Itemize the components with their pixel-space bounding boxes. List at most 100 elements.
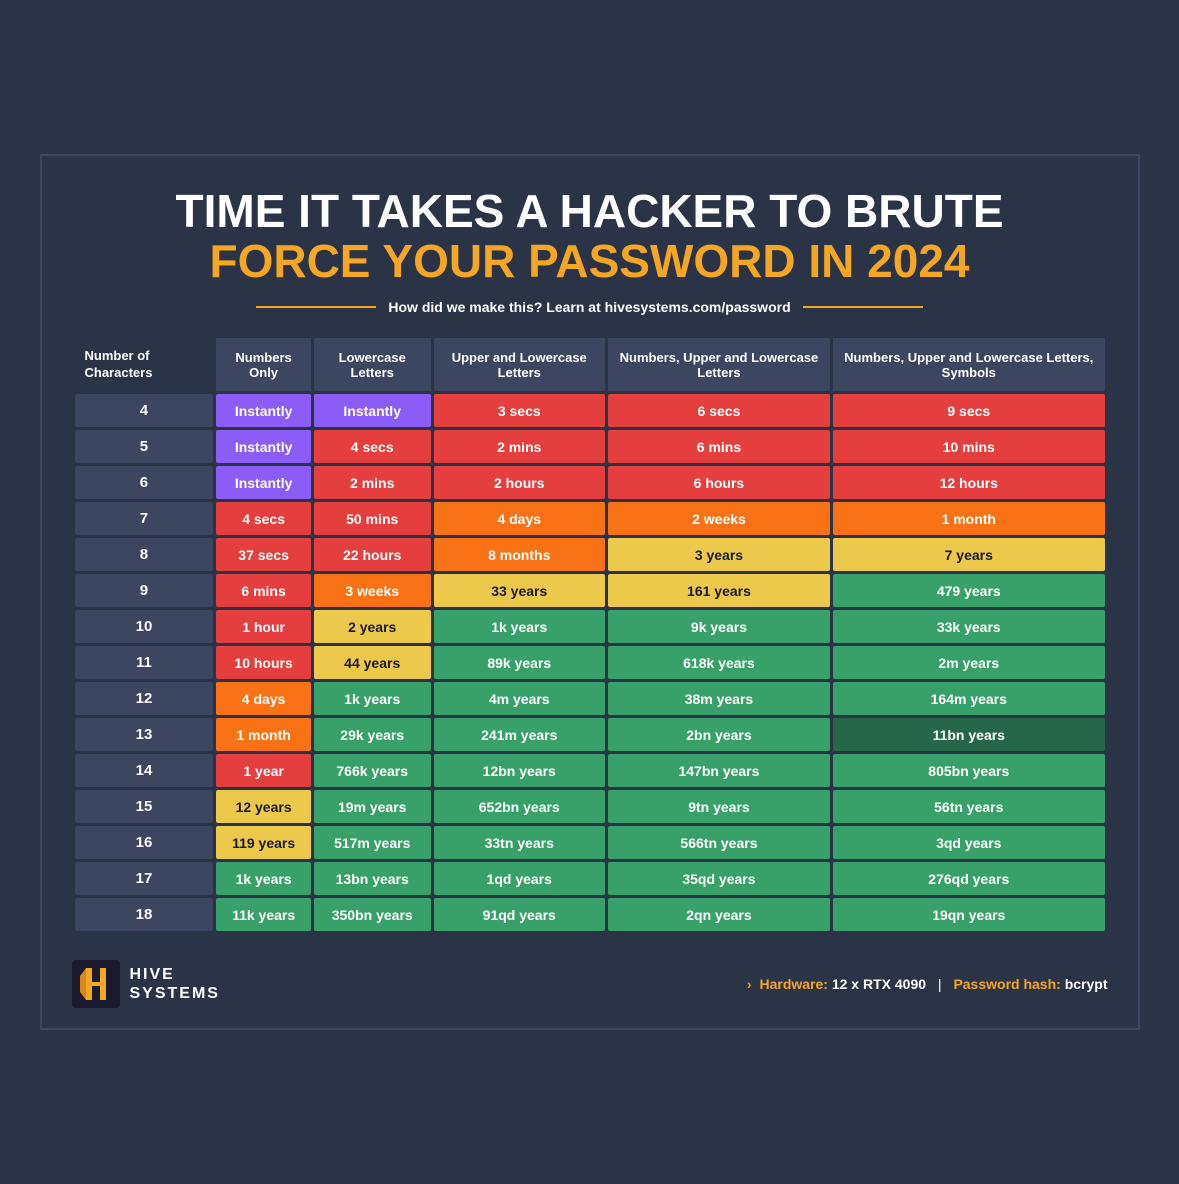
cell-numbers-only: 10 hours: [216, 646, 310, 679]
cell-upper-lower: 1qd years: [434, 862, 605, 895]
table-row: 171k years13bn years1qd years35qd years2…: [75, 862, 1105, 895]
cell-lowercase: 2 mins: [314, 466, 431, 499]
hive-logo-icon: [72, 960, 120, 1008]
cell-lowercase: 44 years: [314, 646, 431, 679]
table-row: 1110 hours44 years89k years618k years2m …: [75, 646, 1105, 679]
table-row: 96 mins3 weeks33 years161 years479 years: [75, 574, 1105, 607]
cell-upper-lower: 33 years: [434, 574, 605, 607]
cell-lowercase: 22 hours: [314, 538, 431, 571]
footer-arrow: ›: [747, 976, 752, 992]
hash-value: bcrypt: [1065, 976, 1108, 992]
table-row: 1811k years350bn years91qd years2qn year…: [75, 898, 1105, 931]
cell-upper-lower: 12bn years: [434, 754, 605, 787]
separator: |: [938, 976, 942, 992]
table-row: 101 hour2 years1k years9k years33k years: [75, 610, 1105, 643]
cell-upper-lower: 2 hours: [434, 466, 605, 499]
cell-upper-lower: 8 months: [434, 538, 605, 571]
hardware-label: Hardware:: [759, 976, 827, 992]
cell-upper-lower: 4 days: [434, 502, 605, 535]
cell-numbers-upper-lower: 566tn years: [608, 826, 830, 859]
cell-chars: 8: [75, 538, 214, 571]
table-row: 5Instantly4 secs2 mins6 mins10 mins: [75, 430, 1105, 463]
cell-numbers-only: 11k years: [216, 898, 310, 931]
cell-upper-lower: 91qd years: [434, 898, 605, 931]
cell-chars: 9: [75, 574, 214, 607]
logo-text: HIVESYSTEMS: [130, 965, 220, 1003]
cell-chars: 17: [75, 862, 214, 895]
cell-numbers-upper-lower-symbols: 276qd years: [833, 862, 1104, 895]
hash-label: Password hash:: [953, 976, 1060, 992]
cell-chars: 6: [75, 466, 214, 499]
table-row: 6Instantly2 mins2 hours6 hours12 hours: [75, 466, 1105, 499]
main-container: TIME IT TAKES A HACKER TO BRUTE FORCE YO…: [40, 154, 1140, 1031]
header-lowercase: Lowercase Letters: [314, 338, 431, 392]
table-row: 1512 years19m years652bn years9tn years5…: [75, 790, 1105, 823]
cell-numbers-upper-lower: 147bn years: [608, 754, 830, 787]
table-wrapper: Number of Characters Numbers Only Lowerc…: [72, 335, 1108, 935]
cell-numbers-upper-lower-symbols: 805bn years: [833, 754, 1104, 787]
subtitle-text: How did we make this? Learn at hivesyste…: [388, 299, 790, 315]
table-row: 16119 years517m years33tn years566tn yea…: [75, 826, 1105, 859]
table-row: 74 secs50 mins4 days2 weeks1 month: [75, 502, 1105, 535]
cell-numbers-upper-lower-symbols: 7 years: [833, 538, 1104, 571]
cell-numbers-only: Instantly: [216, 394, 310, 427]
cell-numbers-only: 4 secs: [216, 502, 310, 535]
cell-lowercase: 350bn years: [314, 898, 431, 931]
cell-numbers-upper-lower-symbols: 19qn years: [833, 898, 1104, 931]
cell-numbers-upper-lower-symbols: 3qd years: [833, 826, 1104, 859]
cell-numbers-upper-lower-symbols: 33k years: [833, 610, 1104, 643]
cell-numbers-only: 12 years: [216, 790, 310, 823]
cell-numbers-only: Instantly: [216, 466, 310, 499]
cell-upper-lower: 652bn years: [434, 790, 605, 823]
cell-numbers-upper-lower: 9k years: [608, 610, 830, 643]
cell-numbers-upper-lower: 3 years: [608, 538, 830, 571]
cell-numbers-upper-lower: 35qd years: [608, 862, 830, 895]
title-line2: FORCE YOUR PASSWORD IN 2024: [72, 236, 1108, 287]
cell-numbers-only: 1 year: [216, 754, 310, 787]
header-upper-lower: Upper and Lowercase Letters: [434, 338, 605, 392]
cell-numbers-upper-lower: 618k years: [608, 646, 830, 679]
cell-lowercase: 1k years: [314, 682, 431, 715]
cell-chars: 4: [75, 394, 214, 427]
cell-numbers-only: 1 hour: [216, 610, 310, 643]
header-numbers-upper-lower-symbols: Numbers, Upper and Lowercase Letters, Sy…: [833, 338, 1104, 392]
cell-lowercase: Instantly: [314, 394, 431, 427]
header-numbers-only: Numbers Only: [216, 338, 310, 392]
cell-numbers-only: 1k years: [216, 862, 310, 895]
cell-lowercase: 4 secs: [314, 430, 431, 463]
cell-chars: 5: [75, 430, 214, 463]
cell-upper-lower: 89k years: [434, 646, 605, 679]
table-body: 4InstantlyInstantly3 secs6 secs9 secs5In…: [75, 394, 1105, 931]
cell-numbers-upper-lower-symbols: 164m years: [833, 682, 1104, 715]
cell-numbers-only: 119 years: [216, 826, 310, 859]
cell-upper-lower: 33tn years: [434, 826, 605, 859]
cell-chars: 18: [75, 898, 214, 931]
subtitle-line-left: [256, 306, 376, 308]
cell-numbers-upper-lower-symbols: 12 hours: [833, 466, 1104, 499]
cell-chars: 13: [75, 718, 214, 751]
table-header-row: Number of Characters Numbers Only Lowerc…: [75, 338, 1105, 392]
cell-upper-lower: 241m years: [434, 718, 605, 751]
main-title: TIME IT TAKES A HACKER TO BRUTE FORCE YO…: [72, 186, 1108, 287]
cell-lowercase: 2 years: [314, 610, 431, 643]
cell-numbers-only: Instantly: [216, 430, 310, 463]
cell-numbers-upper-lower: 9tn years: [608, 790, 830, 823]
table-row: 141 year766k years12bn years147bn years8…: [75, 754, 1105, 787]
cell-numbers-upper-lower-symbols: 9 secs: [833, 394, 1104, 427]
cell-upper-lower: 2 mins: [434, 430, 605, 463]
cell-lowercase: 29k years: [314, 718, 431, 751]
cell-lowercase: 19m years: [314, 790, 431, 823]
cell-numbers-upper-lower: 161 years: [608, 574, 830, 607]
hardware-value: 12 x RTX 4090: [832, 976, 926, 992]
table-row: 4InstantlyInstantly3 secs6 secs9 secs: [75, 394, 1105, 427]
cell-lowercase: 3 weeks: [314, 574, 431, 607]
cell-numbers-upper-lower: 6 secs: [608, 394, 830, 427]
cell-numbers-upper-lower: 2qn years: [608, 898, 830, 931]
header-chars: Number of Characters: [75, 338, 214, 392]
cell-chars: 15: [75, 790, 214, 823]
cell-numbers-only: 4 days: [216, 682, 310, 715]
cell-numbers-only: 6 mins: [216, 574, 310, 607]
footer-info: › Hardware: 12 x RTX 4090 | Password has…: [747, 976, 1108, 992]
cell-numbers-only: 37 secs: [216, 538, 310, 571]
password-table: Number of Characters Numbers Only Lowerc…: [72, 335, 1108, 935]
